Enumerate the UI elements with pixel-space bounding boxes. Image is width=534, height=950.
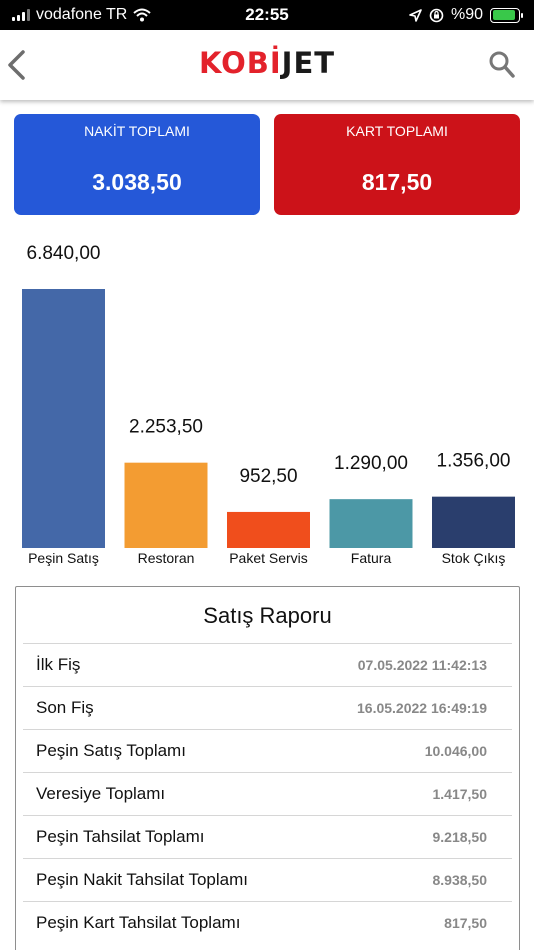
wifi-icon bbox=[133, 8, 151, 22]
logo-jet: JET bbox=[281, 46, 336, 80]
report-row-value: 817,50 bbox=[444, 915, 487, 931]
cash-total-value: 3.038,50 bbox=[92, 169, 182, 195]
status-bar: vodafone TR 22:55 %90 bbox=[0, 0, 534, 30]
report-row-label: Peşin Kart Tahsilat Toplamı bbox=[36, 913, 241, 932]
report-row-value: 8.938,50 bbox=[432, 872, 488, 888]
battery-icon bbox=[490, 7, 523, 23]
report-row: Peşin Nakit Tahsilat Toplamı 8.938,50 bbox=[23, 858, 512, 901]
report-rows: İlk Fiş 07.05.2022 11:42:13 Son Fiş 16.05.2… bbox=[23, 643, 512, 944]
report-row-value: 07.05.2022 11:42:13 bbox=[357, 657, 487, 673]
report-row: İlk Fiş 07.05.2022 11:42:13 bbox=[23, 643, 512, 686]
chart-bar bbox=[329, 499, 413, 548]
report-title: Satış Raporu bbox=[203, 603, 332, 628]
rotation-lock-icon bbox=[429, 8, 444, 22]
report-row: Veresiye Toplamı 1.417,50 bbox=[23, 772, 512, 815]
app-header: KOBİJET bbox=[0, 30, 534, 100]
sales-bar-chart: 6.840,00 Peşin Satış 2.253,50 Restoran 952,5… bbox=[22, 243, 515, 566]
chart-bar bbox=[227, 511, 310, 548]
report-row-value: 9.218,50 bbox=[432, 829, 488, 845]
report-row-label: İlk Fiş bbox=[36, 655, 81, 674]
chart-value-label: 1.290,00 bbox=[334, 453, 408, 474]
chart-category-label: Stok Çıkış bbox=[442, 550, 506, 566]
battery-percentage: %90 bbox=[450, 6, 483, 23]
report-row: Son Fiş 16.05.2022 16:49:19 bbox=[23, 686, 512, 729]
report-row-value: 16.05.2022 16:49:19 bbox=[357, 700, 487, 716]
report-row: Peşin Tahsilat Toplamı 9.218,50 bbox=[23, 815, 512, 858]
chart-category-label: Fatura bbox=[351, 550, 392, 566]
report-row: Peşin Kart Tahsilat Toplamı 817,50 bbox=[23, 901, 512, 944]
signal-icon bbox=[12, 9, 30, 21]
card-total-card: KART TOPLAMI 817,50 bbox=[274, 114, 520, 215]
chart-category-label: Restoran bbox=[138, 550, 195, 566]
status-icons: %90 bbox=[409, 6, 523, 24]
carrier-group: vodafone TR bbox=[12, 6, 151, 24]
report-row-label: Veresiye Toplamı bbox=[36, 784, 166, 803]
search-icon[interactable] bbox=[488, 50, 516, 80]
card-total-value: 817,50 bbox=[361, 169, 433, 195]
chart-value-label: 1.356,00 bbox=[437, 451, 511, 472]
chart-bar bbox=[432, 496, 515, 548]
carrier-name: vodafone TR bbox=[36, 6, 128, 23]
chart-category-label: Peşin Satış bbox=[28, 550, 99, 566]
chart-value-label: 2.253,50 bbox=[129, 417, 203, 438]
chart-value-label: 6.840,00 bbox=[27, 243, 101, 264]
report-row-label: Peşin Nakit Tahsilat Toplamı bbox=[36, 870, 248, 889]
cash-total-card: NAKİT TOPLAMI 3.038,50 bbox=[14, 114, 260, 215]
location-arrow-icon bbox=[409, 8, 422, 22]
app-logo: KOBİJET bbox=[0, 46, 534, 80]
chart-bar bbox=[124, 462, 208, 548]
report-row-value: 10.046,00 bbox=[424, 743, 487, 759]
chart-category-label: Paket Servis bbox=[229, 550, 308, 566]
logo-kobi: KOBİ bbox=[198, 46, 282, 80]
report-row-value: 1.417,50 bbox=[432, 786, 488, 802]
chart-bar bbox=[22, 289, 105, 548]
chart-value-label: 952,50 bbox=[239, 466, 297, 487]
sales-report: Satış Raporu İlk Fiş 07.05.2022 11:42:13 S… bbox=[15, 586, 520, 950]
card-total-label: KART TOPLAMI bbox=[346, 123, 448, 139]
report-row-label: Son Fiş bbox=[36, 698, 94, 717]
cash-total-label: NAKİT TOPLAMI bbox=[84, 123, 190, 139]
report-row-label: Peşin Tahsilat Toplamı bbox=[36, 827, 205, 846]
report-row-label: Peşin Satış Toplamı bbox=[36, 741, 186, 760]
report-row: Peşin Satış Toplamı 10.046,00 bbox=[23, 729, 512, 772]
